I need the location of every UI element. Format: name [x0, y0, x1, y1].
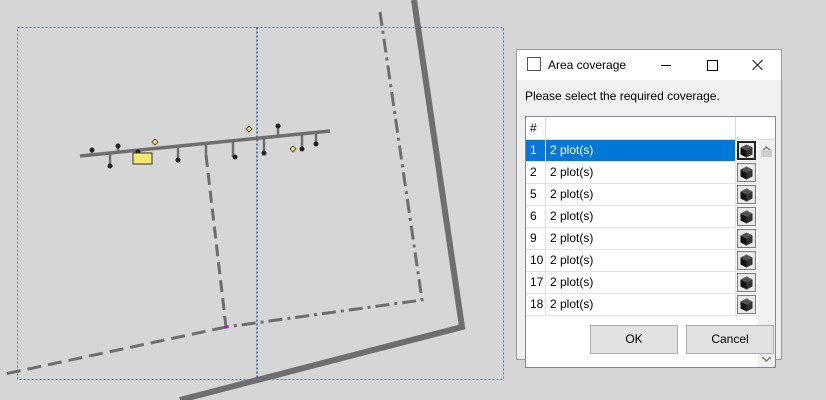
- header-number[interactable]: #: [526, 117, 546, 139]
- yellow-marker: [132, 152, 153, 165]
- cancel-button[interactable]: Cancel: [686, 325, 774, 354]
- cube-icon: [740, 166, 753, 180]
- boundary-line: [179, 0, 466, 400]
- header-action: [736, 117, 758, 139]
- title-bar[interactable]: Area coverage: [517, 50, 781, 80]
- zoom-to-coverage-button[interactable]: [737, 207, 756, 226]
- row-label: 2 plot(s): [546, 228, 736, 249]
- cube-icon: [740, 298, 753, 312]
- row-label: 2 plot(s): [546, 184, 736, 205]
- table-row[interactable]: 52 plot(s): [526, 184, 758, 206]
- dashed-line-vertical: [204, 154, 228, 328]
- dialog-title: Area coverage: [548, 58, 627, 72]
- zoom-to-coverage-button[interactable]: [737, 295, 756, 314]
- table-row[interactable]: 92 plot(s): [526, 228, 758, 250]
- cube-icon: [740, 232, 753, 246]
- prompt-text: Please select the required coverage.: [525, 89, 720, 103]
- header-label[interactable]: [546, 117, 736, 139]
- checkbox-icon: [527, 57, 541, 71]
- row-number: 2: [526, 162, 546, 183]
- row-number: 1: [526, 140, 546, 161]
- row-label: 2 plot(s): [546, 250, 736, 271]
- zoom-to-coverage-button[interactable]: [737, 141, 756, 160]
- dashed-line-lower: [0, 325, 227, 377]
- row-number: 17: [526, 272, 546, 293]
- row-label: 2 plot(s): [546, 162, 736, 183]
- cube-icon: [740, 188, 753, 202]
- close-button[interactable]: [735, 50, 781, 80]
- table-row[interactable]: 17 2 plot(s): [526, 272, 758, 294]
- cube-icon: [740, 276, 753, 290]
- grid-rows: 12 plot(s) 2 2 plot(s) 5 2 plot(s) 6 2 plot(s)…: [526, 140, 758, 316]
- minimize-button[interactable]: [643, 50, 689, 80]
- yellow-point-3: [289, 145, 297, 153]
- table-row[interactable]: 62 plot(s): [526, 206, 758, 228]
- row-label: 2 plot(s): [546, 206, 736, 227]
- nodes: [89, 123, 319, 169]
- row-number: 5: [526, 184, 546, 205]
- row-number: 18: [526, 294, 546, 315]
- branch-stubs: [90, 126, 318, 166]
- zoom-to-coverage-button[interactable]: [737, 251, 756, 270]
- grid-header: #: [526, 117, 775, 140]
- chevron-down-icon: [762, 356, 771, 362]
- row-number: 10: [526, 250, 546, 271]
- row-label: 2 plot(s): [546, 294, 736, 315]
- row-number: 9: [526, 228, 546, 249]
- zoom-to-coverage-button[interactable]: [737, 185, 756, 204]
- zoom-to-coverage-button[interactable]: [737, 229, 756, 248]
- table-row[interactable]: 22 plot(s): [526, 162, 758, 184]
- scroll-thumb[interactable]: [761, 150, 772, 157]
- yellow-point-2: [245, 125, 253, 133]
- row-label: 2 plot(s): [546, 140, 736, 161]
- maximize-icon: [706, 59, 718, 71]
- row-label: 2 plot(s): [546, 272, 736, 293]
- area-coverage-dialog: Area coverage Please select the required…: [516, 49, 782, 368]
- zoom-to-coverage-button[interactable]: [737, 273, 756, 292]
- zoom-to-coverage-button[interactable]: [737, 163, 756, 182]
- magenta-point: [224, 325, 228, 329]
- row-number: 6: [526, 206, 546, 227]
- maximize-button[interactable]: [689, 50, 735, 80]
- table-row[interactable]: 18 2 plot(s): [526, 294, 758, 316]
- cube-icon: [740, 254, 753, 268]
- cube-icon: [740, 210, 753, 224]
- close-icon: [752, 59, 764, 71]
- plot-frame-right: [256, 27, 504, 380]
- yellow-point-1: [151, 138, 159, 146]
- dash-dot-line: [225, 11, 424, 329]
- ok-button[interactable]: OK: [590, 325, 678, 354]
- minimize-icon: [661, 64, 671, 66]
- table-row[interactable]: 12 plot(s): [526, 140, 758, 162]
- cube-icon: [740, 144, 753, 158]
- table-row[interactable]: 10 2 plot(s): [526, 250, 758, 272]
